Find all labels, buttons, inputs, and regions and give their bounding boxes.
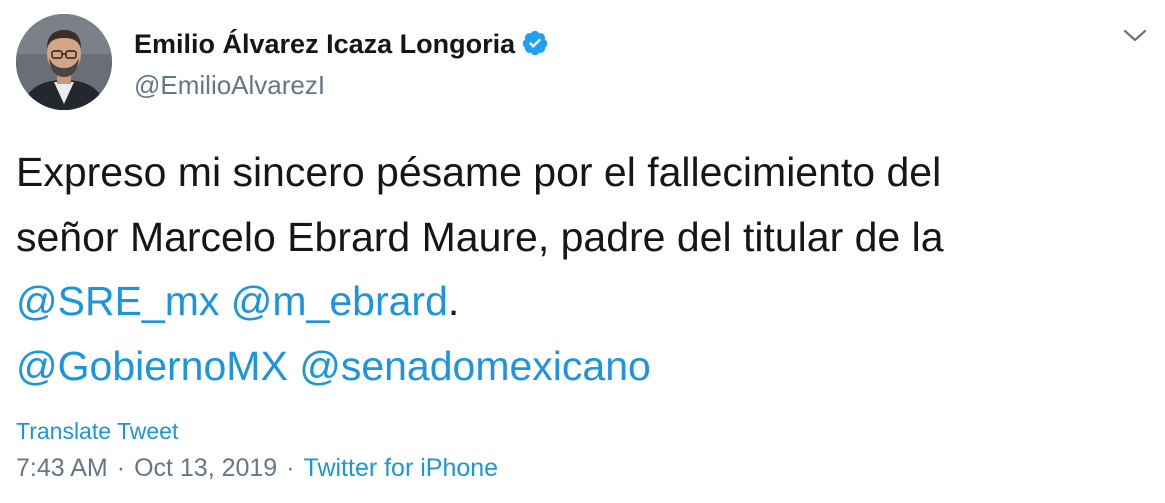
avatar[interactable] bbox=[16, 14, 112, 110]
mention-m-ebrard[interactable]: @m_ebrard bbox=[231, 278, 448, 324]
tweet-line-4: @GobiernoMX @senadomexicano bbox=[16, 334, 1146, 399]
tweet-date[interactable]: Oct 13, 2019 bbox=[134, 454, 277, 482]
author-name[interactable]: Emilio Álvarez Icaza Longoria bbox=[134, 29, 515, 59]
chevron-down-icon[interactable] bbox=[1122, 26, 1148, 46]
tweet-line-1: Expreso mi sincero pésame por el falleci… bbox=[16, 149, 942, 195]
tweet-line-3: @SRE_mx @m_ebrard. bbox=[16, 269, 1146, 334]
meta-separator: · bbox=[286, 454, 295, 482]
avatar-image bbox=[16, 14, 112, 110]
meta-separator: · bbox=[116, 454, 126, 482]
tweet-text: Expreso mi sincero pésame por el falleci… bbox=[16, 140, 1146, 398]
author-name-row[interactable]: Emilio Álvarez Icaza Longoria bbox=[134, 27, 549, 61]
author-handle[interactable]: @EmilioAlvarezI bbox=[134, 68, 325, 102]
translate-tweet-link[interactable]: Translate Tweet bbox=[16, 416, 178, 446]
tweet-source-link[interactable]: Twitter for iPhone bbox=[304, 454, 499, 482]
tweet-meta: 7:43 AM · Oct 13, 2019 · Twitter for iPhone bbox=[16, 452, 498, 484]
mention-gobiernomx[interactable]: @GobiernoMX bbox=[16, 343, 288, 389]
tweet-line-2: señor Marcelo Ebrard Maure, padre del ti… bbox=[16, 213, 944, 260]
mention-sre-mx[interactable]: @SRE_mx bbox=[16, 278, 219, 324]
verified-badge-icon bbox=[522, 31, 548, 56]
tweet-time[interactable]: 7:43 AM bbox=[16, 454, 108, 482]
tweet-period: . bbox=[447, 278, 460, 324]
mention-senadomexicano[interactable]: @senadomexicano bbox=[299, 343, 651, 389]
